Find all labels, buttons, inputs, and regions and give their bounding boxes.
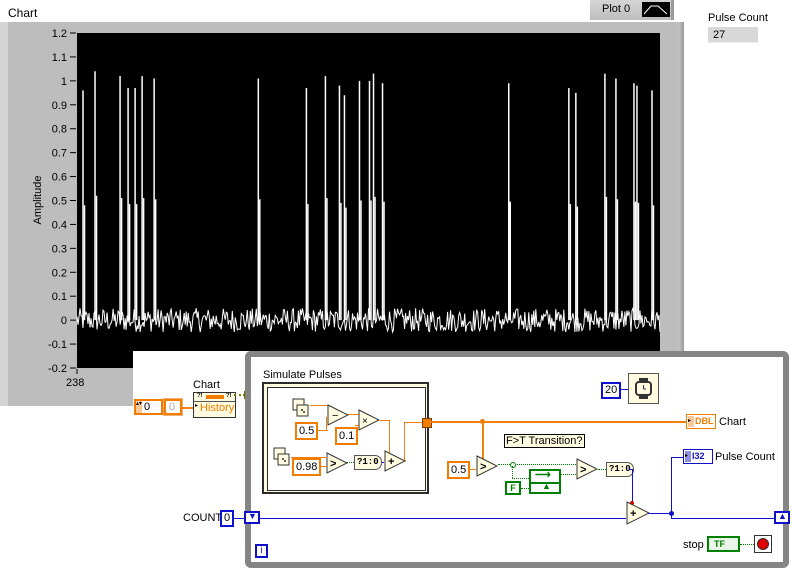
pulse-count-terminal-label: Pulse Count <box>715 451 775 463</box>
random-number-icon[interactable] <box>292 398 310 418</box>
count-initial-constant[interactable]: 0 <box>220 510 234 527</box>
y-tick-label: 0.3 <box>52 243 67 255</box>
y-tick-label: 0.5 <box>52 196 67 208</box>
y-axis-label: Amplitude <box>32 176 44 225</box>
y-tick-label: 1.1 <box>52 52 67 64</box>
x-axis-ticks: 238 <box>66 369 84 389</box>
property-node-header: ?! ?! <box>194 393 235 402</box>
shift-register-down-icon: ▼ <box>248 511 257 521</box>
initializer-icon: ▲ <box>542 481 551 491</box>
index-stepper-icon[interactable]: ▴▾ <box>136 401 142 413</box>
y-tick-label: -0.2 <box>48 363 67 375</box>
greater-function-2[interactable]: > <box>476 455 499 480</box>
y-tick-label: 0 <box>61 315 67 327</box>
y-tick-label: -0.1 <box>48 339 67 351</box>
svg-text:−: − <box>332 410 338 422</box>
svg-text:>: > <box>580 464 586 476</box>
chart-property-node[interactable]: ?! ?! ▸ History <box>193 392 236 418</box>
iteration-terminal[interactable]: i <box>255 544 268 558</box>
y-tick-label: 0.4 <box>52 219 67 231</box>
const-0.5-offset[interactable]: 0.5 <box>295 422 319 440</box>
shift-register-up-icon: ▲ <box>778 511 787 521</box>
chart-label: Chart <box>8 6 38 20</box>
y-tick-label: 1.2 <box>52 28 67 40</box>
const-0.5-threshold[interactable]: 0.5 <box>447 461 471 479</box>
chart-plot-svg: Amplitude 1.2 1.1 1 0.9 0.8 0.7 0.6 0.5 0.4 0.3 0.… <box>32 28 661 389</box>
plot-legend[interactable]: Plot 0 <box>590 0 674 20</box>
add-function[interactable]: + <box>384 450 407 475</box>
watch-icon <box>635 378 652 399</box>
chart-indicator-label: Chart <box>719 416 746 428</box>
y-tick-label: 0.2 <box>52 267 67 279</box>
legend-plot-name: Plot 0 <box>602 3 631 15</box>
subtract-function[interactable]: − <box>327 404 350 429</box>
chart-indicator-terminal[interactable]: ▸ DBL <box>686 414 716 429</box>
waveform-chart[interactable]: Amplitude 1.2 1.1 1 0.9 0.8 0.7 0.6 0.5 0.4 0.3 0.… <box>0 22 684 406</box>
add-function-count[interactable]: + <box>626 501 651 528</box>
y-tick-label: 0.6 <box>52 172 67 184</box>
x-tick-label: 238 <box>66 377 84 389</box>
history-const-array[interactable]: 0 <box>163 398 183 416</box>
y-tick-label: 0.9 <box>52 100 67 112</box>
count-label: COUNT <box>183 512 223 524</box>
false-constant[interactable]: F <box>505 481 521 495</box>
y-tick-label: 0.7 <box>52 148 67 160</box>
greater-function[interactable]: > <box>326 452 349 477</box>
pulse-count-indicator: 27 <box>708 27 758 43</box>
wait-ms-function[interactable] <box>628 373 659 404</box>
y-tick-label: 1 <box>61 76 67 88</box>
property-node-chart-label: Chart <box>193 379 220 391</box>
history-const-value: 0 <box>169 401 176 413</box>
y-axis-ticks: 1.2 1.1 1 0.9 0.8 0.7 0.6 0.5 0.4 0.3 0.2 0.1 0 -0.1 -… <box>48 28 76 375</box>
pulse-count-terminal[interactable]: ▸ I32 <box>683 449 713 464</box>
svg-text:+: + <box>630 508 636 520</box>
wire-junction-bool <box>510 462 516 468</box>
stop-button-terminal[interactable]: TF <box>707 536 740 552</box>
shift-register-left[interactable]: ▼ <box>244 511 260 524</box>
svg-text:+: + <box>388 456 394 468</box>
svg-text:>: > <box>330 458 336 470</box>
legend-line-style-icon <box>642 2 670 17</box>
sequence-tunnel <box>422 418 432 428</box>
history-array-index[interactable]: ▴▾ 0 <box>134 399 163 415</box>
history-property: History <box>200 402 235 414</box>
stop-if-true-icon <box>757 538 769 550</box>
pulse-count-label: Pulse Count <box>708 12 768 24</box>
y-tick-label: 0.8 <box>52 124 67 136</box>
const-wait-ms[interactable]: 20 <box>601 382 622 399</box>
feedback-node[interactable]: ⟶ ▲ <box>529 469 561 494</box>
greater-function-3[interactable]: > <box>576 458 599 483</box>
random-number-icon-2[interactable] <box>273 447 291 467</box>
const-0.98-threshold[interactable]: 0.98 <box>292 458 322 476</box>
stop-label: stop <box>683 539 704 551</box>
loop-condition-terminal[interactable] <box>754 535 772 553</box>
wire-signal <box>430 421 686 423</box>
simulate-pulses-label: Simulate Pulses <box>263 369 342 381</box>
multiply-function[interactable]: × <box>358 409 381 434</box>
svg-text:>: > <box>480 461 486 473</box>
history-index-value: 0 <box>144 401 151 413</box>
shift-register-right[interactable]: ▲ <box>774 511 790 524</box>
y-tick-label: 0.1 <box>52 291 67 303</box>
svg-text:×: × <box>362 416 368 427</box>
const-0.1-scale[interactable]: 0.1 <box>335 427 359 445</box>
transition-comment: F>T Transition? <box>504 434 585 448</box>
bool-to-int-function[interactable]: ?1:0 <box>354 455 382 470</box>
wire-count <box>260 518 626 519</box>
